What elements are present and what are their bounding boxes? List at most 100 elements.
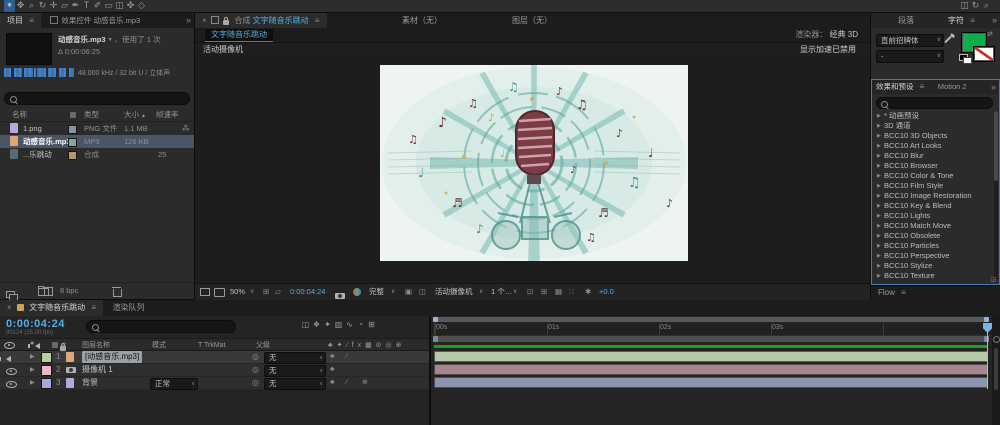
tab-motion-2[interactable]: Motion 2 — [931, 80, 974, 94]
expand-arrow-icon[interactable]: ▶ — [877, 271, 884, 281]
tab-effect-controls[interactable]: 效果控件 动感音乐.mp3 — [43, 13, 147, 28]
mask-visibility-icon[interactable]: ▱ — [275, 284, 281, 300]
expand-arrow-icon[interactable]: ▶ — [877, 251, 884, 261]
selection-tool[interactable]: ⌖ — [4, 0, 15, 12]
expand-arrow-icon[interactable]: ▶ — [877, 151, 884, 161]
expand-arrow-icon[interactable]: ▶ — [877, 231, 884, 241]
roto-brush-tool[interactable]: ✜ — [125, 0, 136, 12]
expand-arrow-icon[interactable]: ▶ — [877, 191, 884, 201]
expand-arrow-icon[interactable]: ▶ — [30, 351, 35, 363]
effects-category[interactable]: ▶ BCC10 3D Objects — [872, 131, 992, 141]
show-channels-icon[interactable] — [353, 288, 361, 296]
col-name[interactable]: 名称 — [12, 109, 27, 121]
panel-menu-icon[interactable]: ≡ — [87, 303, 96, 312]
col-mode[interactable]: 模式 — [152, 340, 166, 351]
tab-character[interactable]: 字符 ≡ — [941, 13, 982, 28]
close-tab-icon[interactable]: × — [202, 16, 207, 25]
grid-guides-icon[interactable]: ⊞ — [263, 284, 269, 300]
lock-icon[interactable] — [223, 17, 230, 25]
layer-switch-icon[interactable]: ⊕ — [362, 377, 368, 389]
expand-arrow-icon[interactable]: ▶ — [877, 211, 884, 221]
tab-paragraph[interactable]: 段落 — [891, 13, 921, 28]
effects-category[interactable]: ▶ BCC10 Perspective — [872, 251, 992, 261]
file-name[interactable]: 1.png — [23, 122, 42, 135]
effects-category[interactable]: ▶ BCC10 Lights — [872, 211, 992, 221]
tab-timeline-comp[interactable]: × 文字随音乐跳动 ≡ — [0, 300, 104, 316]
layer-switch-icon[interactable]: ∕ — [346, 377, 347, 389]
expand-arrow-icon[interactable]: ▶ — [877, 111, 884, 121]
effects-category[interactable]: ▶ BCC10 Color & Tone — [872, 171, 992, 181]
eraser-tool[interactable]: ◫ — [114, 0, 125, 12]
bit-depth-button[interactable]: 8 bpc — [60, 283, 78, 299]
default-fill-stroke-icon[interactable] — [959, 54, 972, 64]
layer-switch-icon[interactable]: ♣ — [330, 351, 335, 363]
snapshot-camera-icon[interactable] — [335, 293, 345, 299]
tab-layer[interactable]: 图层（无） — [505, 13, 559, 28]
pixel-aspect-icon[interactable]: ⊡ — [527, 284, 533, 300]
font-style-select[interactable]: - ∨ — [876, 50, 944, 63]
layer-row[interactable]: ▶ 1 [动感音乐.mp3] ◎ 无 ∨ ♣ ∕ — [0, 351, 429, 364]
orbit-camera-tool[interactable]: ↻ — [37, 0, 48, 12]
effects-category[interactable]: ▶ 3D 通道 — [872, 121, 992, 131]
effects-category[interactable]: ▶ * 动画预设 — [872, 111, 992, 121]
magnification-icon[interactable] — [214, 288, 225, 297]
project-row[interactable]: 动感音乐.mp3 MP3 126 KB — [0, 135, 194, 148]
effects-category[interactable]: ▶ BCC10 Film Style — [872, 181, 992, 191]
layer-duration-bar[interactable] — [434, 377, 988, 388]
expand-arrow-icon[interactable]: ▶ — [877, 171, 884, 181]
panel-grip-icon[interactable]: ◲ — [990, 276, 996, 283]
expand-arrow-icon[interactable]: ▶ — [877, 141, 884, 151]
comp-button-icon[interactable] — [993, 336, 1000, 343]
swap-fill-stroke-icon[interactable]: ⇄ — [987, 30, 993, 38]
comp-flowchart-icon[interactable]: ∷ — [569, 284, 574, 300]
effects-category[interactable]: ▶ BCC10 Texture — [872, 271, 992, 281]
resolution-select[interactable]: 完整 — [369, 284, 384, 300]
layer-switch-icon[interactable]: ♣ — [330, 377, 335, 389]
tab-overflow-icon[interactable]: » — [992, 13, 997, 28]
project-row[interactable]: 1.png PNG 文件 1.1 MB ⁂ — [0, 122, 194, 135]
tab-flow[interactable]: Flow ≡ — [871, 286, 913, 300]
transparency-grid-icon[interactable]: ◫ — [419, 284, 426, 300]
exposure-value[interactable]: +0.0 — [599, 284, 614, 300]
region-of-interest-icon[interactable]: ▣ — [405, 284, 412, 300]
view-select[interactable]: 活动摄像机 — [435, 284, 473, 300]
col-parent[interactable]: 父级 — [256, 340, 270, 351]
mask-shape-tool[interactable]: ▱ — [59, 0, 70, 12]
comp-mini-flowchart-icon[interactable]: ◫ — [300, 319, 311, 331]
effects-scrollbar[interactable] — [994, 111, 998, 279]
expand-arrow-icon[interactable]: ▶ — [30, 364, 35, 376]
breadcrumb[interactable]: 文字随音乐跳动 — [205, 29, 273, 42]
layer-row[interactable]: ▶ 2 摄像机 1 ◎ 无 ∨ ♣ — [0, 364, 429, 377]
parent-select[interactable]: 无 ∨ — [264, 352, 326, 364]
expand-arrow-icon[interactable]: ▶ — [877, 241, 884, 251]
always-preview-icon[interactable] — [200, 288, 210, 296]
mode-select[interactable]: 正常 ∨ — [150, 378, 198, 390]
sync-settings-icon[interactable]: ↻ — [970, 0, 981, 12]
graph-editor-icon[interactable]: ⊞ — [366, 319, 377, 331]
parent-link-icon[interactable]: ◎ — [252, 351, 259, 363]
timeline-button-icon[interactable]: ▦ — [555, 284, 562, 300]
file-name[interactable]: ...乐跳动 — [23, 148, 52, 161]
visibility-toggle[interactable] — [6, 380, 17, 392]
effects-category[interactable]: ▶ BCC10 Stylize — [872, 261, 992, 271]
expand-arrow-icon[interactable]: ▶ — [877, 161, 884, 171]
project-search[interactable] — [4, 92, 190, 105]
effects-category[interactable]: ▶ BCC10 Browser — [872, 161, 992, 171]
effects-search[interactable] — [876, 97, 993, 109]
panel-menu-icon[interactable]: ≡ — [966, 16, 975, 25]
close-tab-icon[interactable]: × — [7, 303, 12, 312]
motion-blur-icon[interactable]: ◔ — [355, 319, 366, 331]
layer-color-chip[interactable] — [41, 352, 52, 363]
effects-category[interactable]: ▶ BCC10 Art Looks — [872, 141, 992, 151]
stroke-color-swatch[interactable] — [973, 46, 995, 62]
viewer-canvas[interactable]: ♪ ♫ ♩ ♬ ♪ ♫ ♪ ♫ ♬ ♪ ♫ ♩ ♫ ♪ ♪ ♫ ♩ ♪ — [195, 56, 870, 283]
effects-category[interactable]: ▶ BCC10 Image Restoration — [872, 191, 992, 201]
layer-switch-icon[interactable]: ∕ — [346, 351, 347, 363]
puppet-pin-tool[interactable]: ◇ — [136, 0, 147, 12]
pan-behind-tool[interactable]: ✛ — [48, 0, 59, 12]
zoom-tool[interactable]: ⌕ — [26, 0, 37, 12]
expand-arrow-icon[interactable]: ▶ — [877, 221, 884, 231]
pen-tool[interactable]: ✒ — [70, 0, 81, 12]
layer-color-chip[interactable] — [41, 365, 52, 376]
layer-switch-icon[interactable]: ♣ — [330, 364, 335, 376]
